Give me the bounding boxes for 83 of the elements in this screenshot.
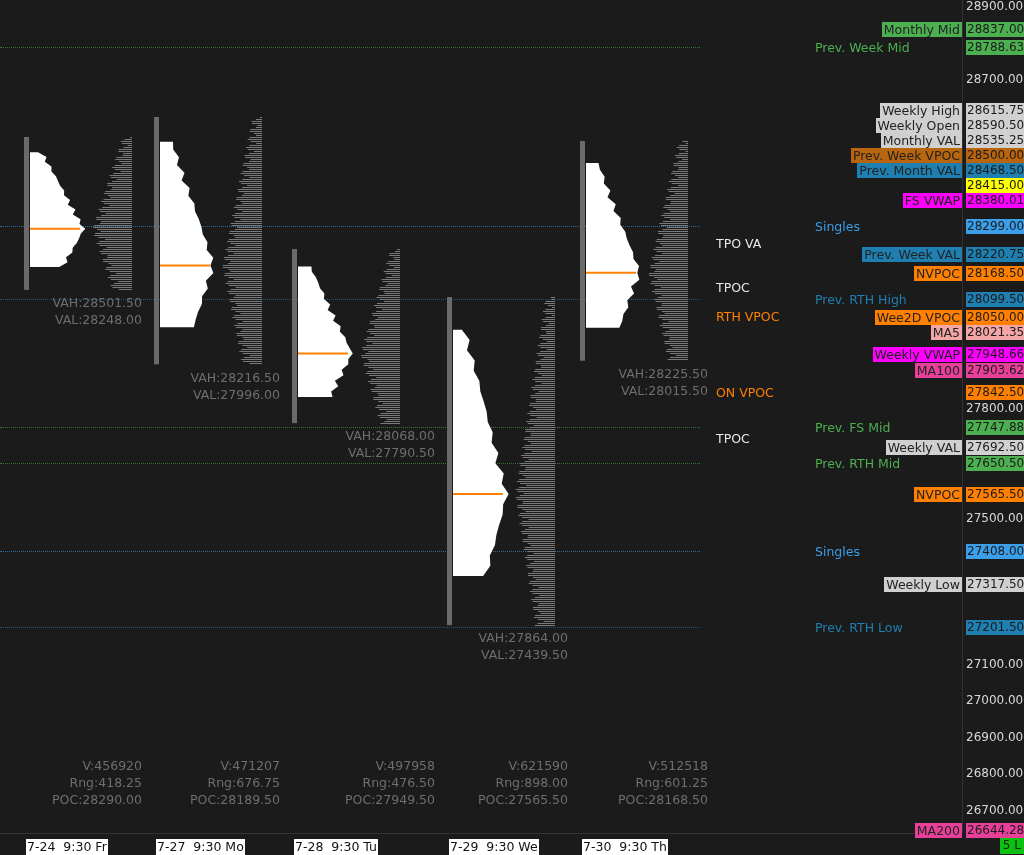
range-label: Rng:476.50 — [362, 774, 435, 791]
level-tag: Weekly Low — [884, 577, 962, 593]
session-date-label: 7-24 9:30 Fr — [26, 839, 108, 855]
level-tag: Wee2D VPOC — [874, 309, 962, 325]
range-label: Rng:898.00 — [495, 774, 568, 791]
poc-label: POC:28290.00 — [52, 791, 142, 808]
price-tick-label: 27000.00 — [966, 693, 1024, 709]
level-line-label: Prev. FS Mid — [815, 420, 891, 436]
value-area-low-label: VAL:28015.50 — [620, 382, 708, 400]
price-level-label: 28615.75 — [966, 102, 1024, 118]
price-level-label: 27842.50 — [966, 385, 1024, 401]
level-tag: NVPOC — [914, 486, 962, 502]
level-tag: Prev. Week VAL — [862, 247, 962, 263]
value-area-high-label: VAH:27864.00 — [478, 628, 568, 646]
volume-label: V:497958 — [375, 757, 435, 774]
price-tick-label: 26700.00 — [966, 803, 1024, 818]
level-tag: Weekly VWAP — [872, 346, 962, 362]
poc-label: POC:27949.50 — [345, 791, 435, 808]
volume-label: V:471207 — [220, 757, 280, 774]
session-date-label: 7-27 9:30 Mo — [156, 839, 245, 855]
range-label: Rng:601.25 — [635, 774, 708, 791]
poc-label: POC:27565.50 — [478, 791, 568, 808]
price-level-label: 28099.50 — [966, 291, 1024, 307]
value-area-high-label: VAH:28068.00 — [345, 427, 435, 444]
price-level-label: 28837.00 — [966, 22, 1024, 37]
level-tag: Prev. Week VPOC — [850, 147, 962, 163]
price-level-label: 27565.50 — [966, 486, 1024, 502]
value-area-low-label: VAL:27790.50 — [347, 444, 435, 461]
volume-label: V:621590 — [508, 757, 568, 774]
range-label: Rng:418.25 — [69, 774, 142, 791]
price-tick-label: 28900.00 — [966, 0, 1024, 14]
value-area-low-label: VAL:27439.50 — [480, 645, 568, 663]
level-tag: Weekly VAL — [885, 440, 962, 456]
level-line-label: Prev. Week Mid — [815, 39, 910, 55]
level-line-label: Singles — [815, 218, 860, 234]
level-tag: MA200 — [914, 823, 962, 839]
level-line-label: Prev. RTH Low — [815, 619, 903, 635]
price-level-label: 27408.00 — [966, 544, 1024, 560]
price-level-label: 28220.75 — [966, 247, 1024, 263]
value-area-low-label: VAL:27996.00 — [192, 385, 280, 403]
value-area-high-label: VAH:28501.50 — [52, 294, 142, 312]
value-area-low-label: VAL:28248.00 — [54, 311, 142, 329]
price-level-label: 28299.00 — [966, 218, 1024, 234]
value-area-high-label: VAH:28225.50 — [618, 365, 708, 383]
price-level-label: 27903.62 — [966, 363, 1024, 379]
price-level-label: 27747.88 — [966, 420, 1024, 436]
level-tag: FS VWAP — [902, 192, 962, 208]
price-level-label: 27692.50 — [966, 440, 1024, 456]
price-level-label: 28050.00 — [966, 309, 1024, 325]
poc-label: POC:28189.50 — [190, 791, 280, 808]
price-level-label: 27948.66 — [966, 346, 1024, 362]
level-marker-label: TPOC — [716, 431, 750, 446]
poc-label: POC:28168.50 — [618, 791, 708, 808]
price-level-label: 27201.50 — [966, 619, 1024, 635]
level-tag: Monthly Mid — [881, 22, 962, 37]
level-marker-label: TPOC — [716, 280, 750, 295]
volume-label: V:512518 — [648, 757, 708, 774]
price-level-label: 27317.50 — [966, 577, 1024, 593]
level-marker-label: ON VPOC — [716, 385, 774, 400]
price-level-label: 26644.28 — [966, 823, 1024, 839]
range-label: Rng:676.75 — [207, 774, 280, 791]
level-marker-label: TPO VA — [716, 236, 762, 251]
price-tick-label: 27800.00 — [966, 401, 1024, 416]
level-tag: NVPOC — [914, 266, 962, 282]
price-tick-label: 27100.00 — [966, 656, 1024, 672]
level-marker-label: RTH VPOC — [716, 309, 780, 324]
session-date-label: 7-30 9:30 Th — [582, 839, 668, 855]
price-level-label: 28788.63 — [966, 39, 1024, 55]
price-tick-label: 26900.00 — [966, 729, 1024, 745]
price-level-label: 27650.50 — [966, 455, 1024, 471]
volume-label: V:456920 — [82, 757, 142, 774]
level-line-label: Singles — [815, 544, 860, 560]
level-line-label: Prev. RTH High — [815, 291, 907, 307]
session-date-label: 7-28 9:30 Tu — [294, 839, 379, 855]
price-tick-label: 27500.00 — [966, 510, 1024, 526]
level-tag: MA100 — [914, 363, 962, 379]
price-level-label: 28168.50 — [966, 266, 1024, 282]
level-tag: Weekly High — [880, 102, 962, 118]
price-tick-label: 26800.00 — [966, 766, 1024, 782]
session-date-label: 7-29 9:30 We — [449, 839, 539, 855]
value-area-high-label: VAH:28216.50 — [190, 368, 280, 386]
level-line-label: Prev. RTH Mid — [815, 455, 901, 471]
price-tick-label: 28700.00 — [966, 72, 1024, 88]
